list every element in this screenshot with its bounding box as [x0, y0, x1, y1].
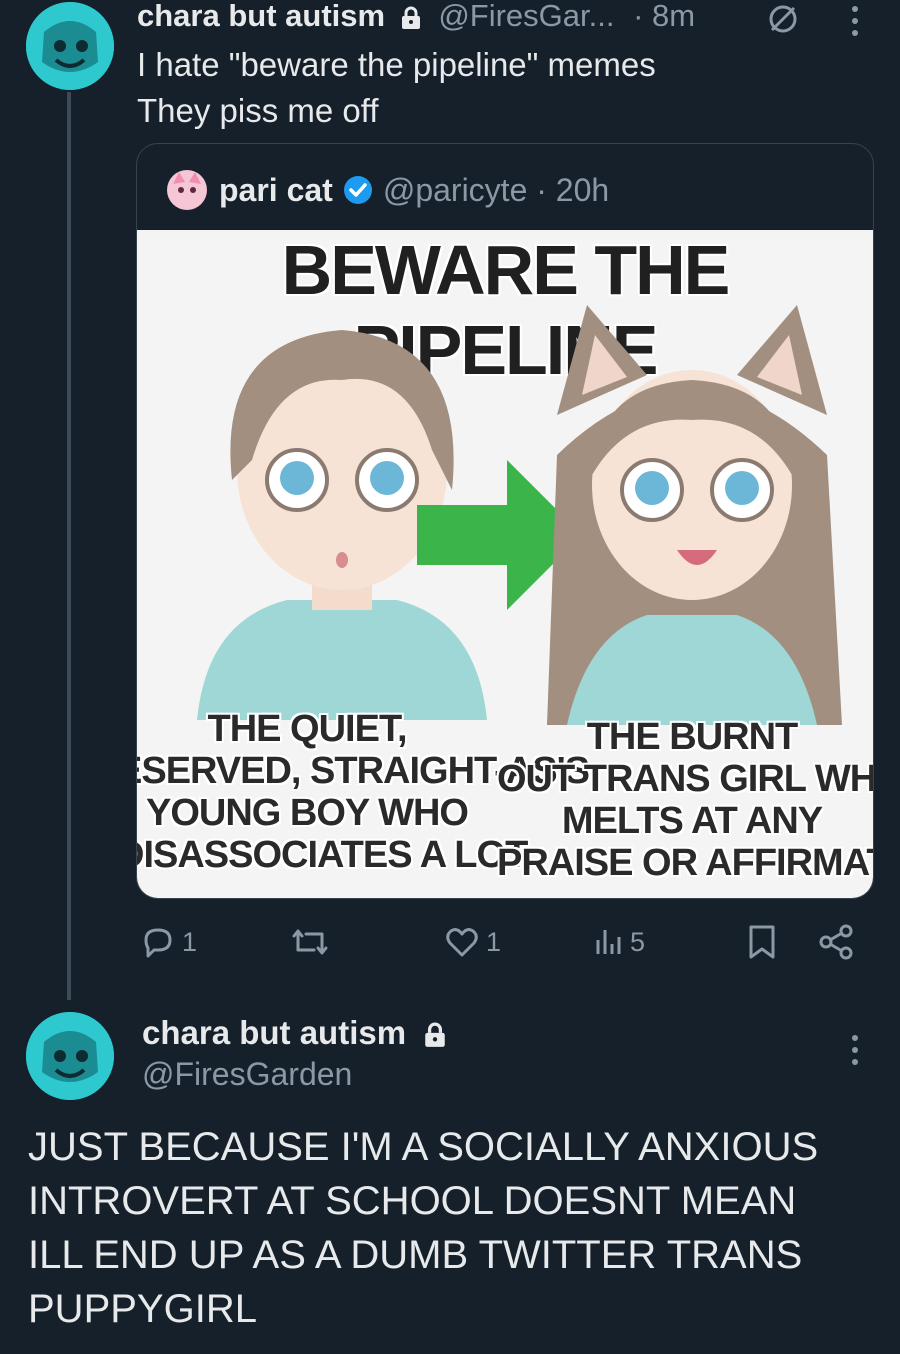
- timestamp[interactable]: · 8m: [633, 0, 695, 33]
- reply-button[interactable]: 1: [140, 924, 197, 960]
- right-caption: THE BURNT OUT TRANS GIRL WHO MELTS AT AN…: [497, 716, 873, 884]
- tweet-text-line: I hate "beware the pipeline" memes: [137, 46, 656, 83]
- views-icon: [596, 930, 621, 954]
- thread-line: [67, 92, 71, 1000]
- display-name[interactable]: chara but autism: [137, 0, 385, 33]
- bookmark-icon[interactable]: [746, 924, 778, 960]
- avatar[interactable]: [26, 1012, 114, 1100]
- tweet1-header: chara but autism @FiresGar... · 8m: [137, 0, 695, 34]
- heart-icon: [446, 928, 478, 957]
- verified-badge-icon: [343, 176, 372, 204]
- display-name[interactable]: chara but autism: [142, 1014, 406, 1051]
- tweet-text-line: They piss me off: [137, 92, 379, 129]
- reply-icon: [144, 928, 172, 958]
- avatar[interactable]: [26, 2, 114, 90]
- like-button[interactable]: 1: [444, 924, 501, 960]
- tweet2-text: JUST BECAUSE I'M A SOCIALLY ANXIOUS INTR…: [28, 1125, 819, 1331]
- more-options-button[interactable]: [852, 6, 858, 36]
- handle-and-time[interactable]: @paricyte · 20h: [383, 172, 609, 209]
- view-count: 5: [630, 926, 646, 957]
- views-button[interactable]: 5: [594, 924, 645, 960]
- quote-header: pari cat @paricyte · 20h: [167, 170, 609, 210]
- tweet1-text: I hate "beware the pipeline" memes They …: [137, 42, 656, 134]
- no-symbol-icon: [769, 5, 797, 33]
- left-caption: THE QUIET, ESERVED, STRAIGHT-AS'S YOUNG …: [137, 708, 590, 876]
- more-options-button[interactable]: [852, 1035, 858, 1065]
- lock-icon: [401, 6, 420, 29]
- handle[interactable]: @FiresGar...: [438, 0, 614, 33]
- meme-image[interactable]: BEWARE THE PIPELINE THE QUIET, SERVED, S…: [137, 230, 873, 898]
- lock-icon: [425, 1022, 445, 1048]
- tweet2-header: chara but autism: [142, 1014, 447, 1052]
- like-count: 1: [486, 926, 502, 957]
- avatar-image: [26, 1012, 114, 1100]
- repost-button[interactable]: [290, 924, 330, 960]
- repost-icon: [292, 929, 328, 955]
- avatar[interactable]: [167, 170, 207, 210]
- cat-girl-illustration: [547, 305, 842, 725]
- display-name[interactable]: pari cat: [219, 172, 333, 209]
- reply-count: 1: [182, 926, 198, 957]
- handle[interactable]: @FiresGarden: [142, 1056, 352, 1093]
- share-icon[interactable]: [818, 924, 854, 960]
- avatar-image: [26, 2, 114, 90]
- quoted-tweet[interactable]: pari cat @paricyte · 20h BEWARE THE PIPE…: [136, 143, 874, 899]
